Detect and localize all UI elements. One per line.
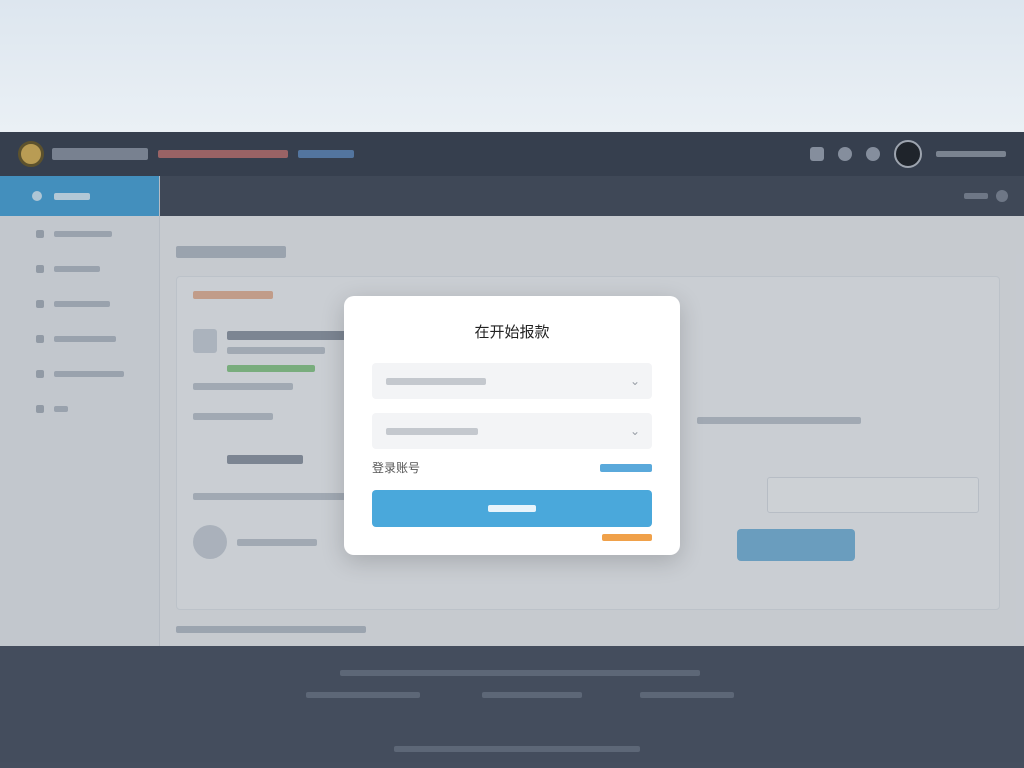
forgot-link[interactable] <box>600 463 652 472</box>
top-banner <box>0 0 1024 132</box>
primary-button[interactable] <box>372 490 652 527</box>
primary-button-label <box>488 505 536 512</box>
dialog: 在开始报款 ⌄ ⌄ 登录账号 <box>344 296 680 555</box>
select-field[interactable]: ⌄ <box>372 413 652 449</box>
select-placeholder <box>386 427 478 435</box>
dialog-links-row: 登录账号 <box>372 459 652 476</box>
select-placeholder <box>386 377 486 385</box>
chevron-down-icon: ⌄ <box>629 374 640 388</box>
chevron-down-icon: ⌄ <box>629 424 640 438</box>
secondary-link[interactable] <box>602 534 652 541</box>
login-link[interactable]: 登录账号 <box>372 459 420 476</box>
dialog-title: 在开始报款 <box>474 323 550 341</box>
select-field[interactable]: ⌄ <box>372 363 652 399</box>
